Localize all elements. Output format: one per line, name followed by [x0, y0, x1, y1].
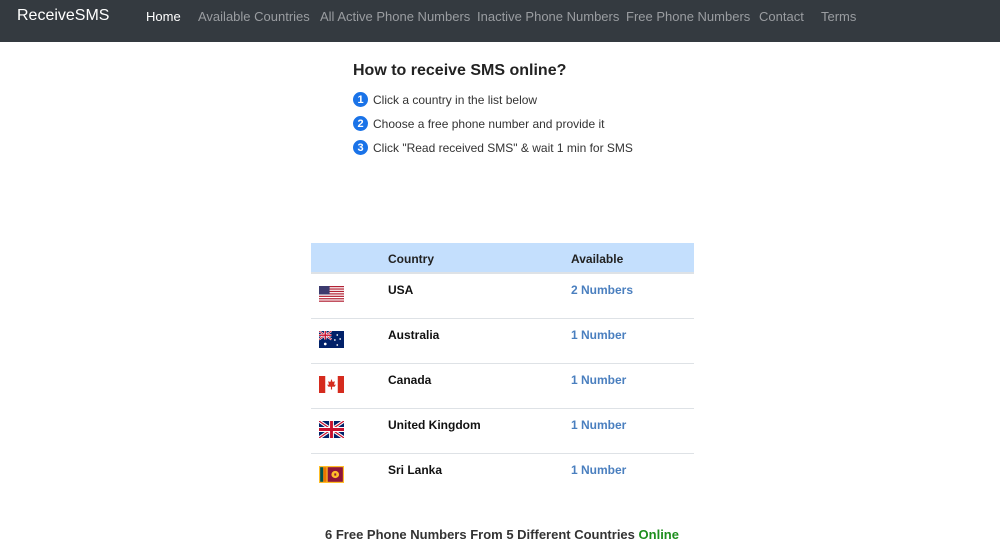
- available-numbers-link[interactable]: 1 Number: [571, 328, 626, 342]
- table-header: Country Available: [311, 243, 694, 274]
- how-to-step: 3 Click "Read received SMS" & wait 1 min…: [353, 140, 633, 155]
- available-numbers-link[interactable]: 1 Number: [571, 373, 626, 387]
- nav-inactive-phone-numbers[interactable]: Inactive Phone Numbers: [477, 9, 619, 24]
- countries-table: Country Available USA 2 Numbers Australi…: [311, 243, 694, 499]
- us-flag-icon: [319, 286, 344, 303]
- country-name[interactable]: United Kingdom: [388, 418, 481, 432]
- nav-home[interactable]: Home: [146, 9, 181, 24]
- step-number-badge: 2: [353, 116, 368, 131]
- summary-line: 6 Free Phone Numbers From 5 Different Co…: [0, 527, 1000, 542]
- country-name[interactable]: Canada: [388, 373, 431, 387]
- step-text: Choose a free phone number and provide i…: [373, 116, 605, 131]
- canada-flag-icon: [319, 376, 344, 393]
- nav-all-active-phone-numbers[interactable]: All Active Phone Numbers: [320, 9, 470, 24]
- table-row[interactable]: USA 2 Numbers: [311, 274, 694, 319]
- country-name[interactable]: USA: [388, 283, 413, 297]
- column-header-available: Available: [571, 252, 624, 266]
- table-row[interactable]: Australia 1 Number: [311, 319, 694, 364]
- available-numbers-link[interactable]: 1 Number: [571, 418, 626, 432]
- country-name[interactable]: Sri Lanka: [388, 463, 442, 477]
- how-to-step: 2 Choose a free phone number and provide…: [353, 116, 605, 131]
- table-row[interactable]: United Kingdom 1 Number: [311, 409, 694, 454]
- available-numbers-link[interactable]: 2 Numbers: [571, 283, 633, 297]
- how-to-step: 1 Click a country in the list below: [353, 92, 537, 107]
- step-number-badge: 1: [353, 92, 368, 107]
- australia-flag-icon: [319, 331, 344, 348]
- nav-free-phone-numbers[interactable]: Free Phone Numbers: [626, 9, 750, 24]
- nav-available-countries[interactable]: Available Countries: [198, 9, 310, 24]
- nav-contact[interactable]: Contact: [759, 9, 804, 24]
- country-name[interactable]: Australia: [388, 328, 439, 342]
- step-number-badge: 3: [353, 140, 368, 155]
- summary-text: 6 Free Phone Numbers From 5 Different Co…: [325, 527, 635, 542]
- sri-lanka-flag-icon: [319, 466, 344, 483]
- how-to-section: How to receive SMS online? 1 Click a cou…: [353, 62, 633, 155]
- how-to-title: How to receive SMS online?: [353, 62, 567, 79]
- brand-logo-link[interactable]: ReceiveSMS: [17, 7, 109, 25]
- step-text: Click a country in the list below: [373, 92, 538, 107]
- top-navbar: ReceiveSMS Home Available Countries All …: [0, 0, 1000, 42]
- column-header-country: Country: [388, 252, 434, 266]
- uk-flag-icon: [319, 421, 344, 438]
- available-numbers-link[interactable]: 1 Number: [571, 463, 626, 477]
- nav-terms[interactable]: Terms: [821, 9, 856, 24]
- table-row[interactable]: Sri Lanka 1 Number: [311, 454, 694, 499]
- step-text: Click "Read received SMS" & wait 1 min f…: [373, 140, 633, 155]
- table-row[interactable]: Canada 1 Number: [311, 364, 694, 409]
- online-status: Online: [638, 527, 679, 542]
